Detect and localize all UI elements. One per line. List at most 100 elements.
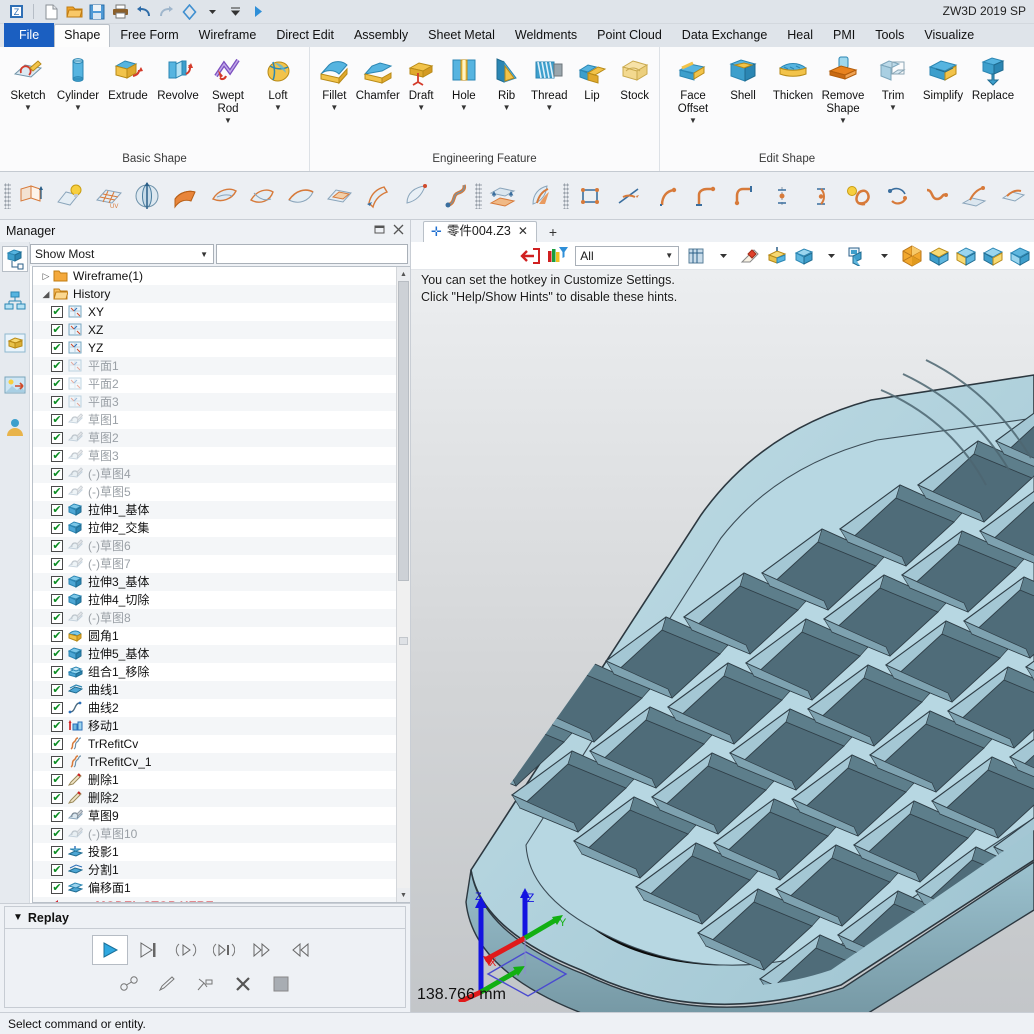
tree-item-checkbox[interactable]: ✔	[51, 504, 63, 516]
iso-view-icon[interactable]	[899, 244, 924, 268]
tree-item[interactable]: ✔ 拉伸2_交集	[33, 519, 396, 537]
top-view-icon[interactable]	[926, 244, 951, 268]
eraser-icon[interactable]	[738, 244, 763, 268]
user-manager-tab[interactable]	[2, 414, 28, 440]
edit-button[interactable]	[149, 969, 185, 999]
fillet-button[interactable]: Fillet ▼	[313, 51, 356, 112]
front-view-icon[interactable]	[953, 244, 978, 268]
ribbon-tab-data-exchange[interactable]: Data Exchange	[672, 24, 777, 47]
offset-surface-icon[interactable]	[484, 176, 522, 216]
ribbon-tab-pmi[interactable]: PMI	[823, 24, 865, 47]
tree-item-checkbox[interactable]: ✔	[51, 432, 63, 444]
tree-filter-dropdown[interactable]: Show Most ▼	[30, 244, 214, 264]
tree-item[interactable]: ✔ TrRefitCv_1	[33, 753, 396, 771]
face-direction-icon[interactable]	[13, 176, 51, 216]
tree-item-checkbox[interactable]: ✔	[51, 666, 63, 678]
sketch-button[interactable]: Sketch ▼	[3, 51, 53, 112]
tree-item[interactable]: ✔ 拉伸3_基体	[33, 573, 396, 591]
circle-tangent-icon[interactable]	[763, 176, 801, 216]
ribbon-tab-free-form[interactable]: Free Form	[110, 24, 188, 47]
ribbon-tab-weldments[interactable]: Weldments	[505, 24, 587, 47]
tree-item-checkbox[interactable]: ✔	[51, 612, 63, 624]
tree-item[interactable]: ✔ 平面1	[33, 357, 396, 375]
tree-item[interactable]: ✔ XY	[33, 303, 396, 321]
chevron-down-icon[interactable]: ▼	[74, 104, 82, 112]
ribbon-tab-tools[interactable]: Tools	[865, 24, 914, 47]
back-arrow-icon[interactable]	[518, 244, 543, 268]
tree-item-checkbox[interactable]: ✔	[51, 684, 63, 696]
triangle-down-icon[interactable]: ▼	[13, 912, 23, 923]
tree-item-checkbox[interactable]: ✔	[51, 540, 63, 552]
datum-cube-icon[interactable]	[765, 244, 790, 268]
toolbar-grip-2[interactable]	[475, 182, 482, 209]
tree-item[interactable]: ✔ 曲线2	[33, 699, 396, 717]
scroll-down-arrow-icon[interactable]: ▼	[397, 888, 410, 902]
tree-item-checkbox[interactable]: ✔	[51, 846, 63, 858]
history-manager-tab[interactable]	[1, 246, 28, 272]
new-file-icon[interactable]	[41, 2, 61, 22]
tree-item[interactable]: ✔ TrRefitCv	[33, 735, 396, 753]
chevron-down-icon[interactable]: ▼	[889, 104, 897, 112]
curve-fit-icon[interactable]	[917, 176, 955, 216]
expander-open-icon[interactable]: ◢	[39, 289, 53, 300]
tree-item-checkbox[interactable]: ✔	[51, 486, 63, 498]
lip-button[interactable]: Lip	[571, 51, 614, 103]
n-sided-patch-icon[interactable]	[205, 176, 243, 216]
step-forward-button[interactable]	[130, 935, 166, 965]
rewind-button[interactable]	[282, 935, 318, 965]
shade-cube-icon[interactable]	[792, 244, 817, 268]
scroll-thumb[interactable]	[398, 281, 409, 581]
ruled-surface-icon[interactable]	[166, 176, 204, 216]
uv-curve-icon[interactable]: UV	[89, 176, 127, 216]
tree-item-checkbox[interactable]: ✔	[51, 306, 63, 318]
tree-item-checkbox[interactable]: ✔	[51, 864, 63, 876]
face-offset-button[interactable]: Face Offset ▼	[668, 51, 718, 125]
tree-item[interactable]: ✔ 草图2	[33, 429, 396, 447]
ribbon-tab-direct-edit[interactable]: Direct Edit	[266, 24, 344, 47]
revolve-button[interactable]: Revolve	[153, 51, 203, 103]
tree-item[interactable]: ✔ 草图9	[33, 807, 396, 825]
tree-item[interactable]: ✔ 拉伸5_基体	[33, 645, 396, 663]
tree-item-checkbox[interactable]: ✔	[51, 882, 63, 894]
extrude-button[interactable]: Extrude	[103, 51, 153, 103]
stop-button[interactable]	[263, 969, 299, 999]
part-manager-tab[interactable]	[2, 330, 28, 356]
blend-surface-icon[interactable]	[358, 176, 396, 216]
bounded-face-icon[interactable]	[320, 176, 358, 216]
loft-button[interactable]: Loft ▼	[253, 51, 303, 112]
chevron-down-icon[interactable]: ▼	[665, 251, 673, 260]
tree-search-input[interactable]	[216, 244, 408, 264]
tree-item-checkbox[interactable]: ✔	[51, 828, 63, 840]
tree-scrollbar[interactable]: ▲ ▼	[396, 267, 410, 902]
tree-item-checkbox[interactable]: ✔	[51, 702, 63, 714]
tree-item-checkbox[interactable]: ✔	[51, 810, 63, 822]
ribbon-tab-file[interactable]: File	[4, 23, 55, 47]
replace-button[interactable]: Replace	[968, 51, 1018, 103]
back-view-icon[interactable]	[1007, 244, 1032, 268]
curve-on-face-icon[interactable]	[522, 176, 560, 216]
simplify-button[interactable]: Simplify	[918, 51, 968, 103]
link-button[interactable]	[111, 969, 147, 999]
chevron-down-icon[interactable]: ▼	[460, 104, 468, 112]
tree-item-checkbox[interactable]: ✔	[51, 594, 63, 606]
tree-item-checkbox[interactable]: ✔	[51, 630, 63, 642]
restore-icon[interactable]	[374, 224, 385, 238]
curve-project-icon[interactable]	[955, 176, 993, 216]
chevron-down-icon[interactable]: ▼	[689, 117, 697, 125]
tree-item-checkbox[interactable]: ✔	[51, 342, 63, 354]
cylinder-button[interactable]: Cylinder ▼	[53, 51, 103, 112]
swept-rod-button[interactable]: Swept Rod ▼	[203, 51, 253, 125]
toolbar-grip[interactable]	[4, 182, 11, 209]
tree-item-checkbox[interactable]: ✔	[51, 774, 63, 786]
toolbar-grip-3[interactable]	[562, 182, 570, 209]
tree-item-checkbox[interactable]: ✔	[51, 522, 63, 534]
chevron-down-icon[interactable]: ▼	[200, 250, 208, 259]
tree-item-checkbox[interactable]: ✔	[51, 378, 63, 390]
ribbon-tab-heal[interactable]: Heal	[777, 24, 823, 47]
chamfer-button[interactable]: Chamfer	[356, 51, 400, 103]
play-button[interactable]	[92, 935, 128, 965]
chevron-down-icon[interactable]: ▼	[503, 104, 511, 112]
tree-item[interactable]: ✔ 拉伸4_切除	[33, 591, 396, 609]
redo-icon[interactable]	[156, 2, 176, 22]
play-to-button[interactable]	[206, 935, 242, 965]
